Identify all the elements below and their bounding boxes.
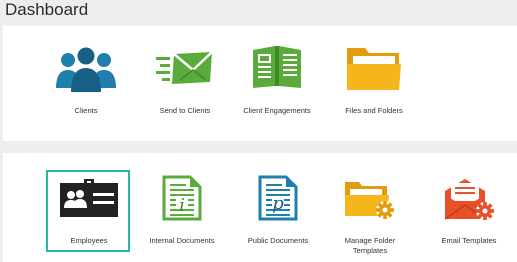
folder-icon [345,44,403,97]
tile-send-to-clients[interactable]: Send to Clients [142,26,228,141]
tile-label: Client Engagements [243,106,311,115]
tile-label: Email Templates [441,236,497,245]
tile-label: Employees [70,236,108,245]
id-badge-icon [60,179,118,222]
envelope-gear-icon [443,177,495,228]
tile-employees[interactable]: Employees [46,153,132,262]
tile-files-and-folders[interactable]: Files and Folders [331,26,417,141]
page-title: Dashboard [5,0,89,19]
top-tiles-panel: Clients Send to Clients Client Engagemen… [3,26,517,141]
tile-label: Public Documents [247,236,309,245]
open-book-icon [251,44,303,95]
tile-public-documents[interactable]: p Public Documents [235,153,321,262]
public-document-icon: p [258,175,298,226]
svg-text:i: i [179,195,185,216]
people-group-icon [54,46,118,97]
send-envelope-icon [156,50,214,91]
tile-clients[interactable]: Clients [43,26,129,141]
svg-text:p: p [272,193,284,214]
tile-label: Clients [74,106,98,115]
tile-email-templates[interactable]: Email Templates [426,153,512,262]
tile-label: Internal Documents [149,236,215,245]
tile-label: Manage Folder Templates [344,236,396,255]
folder-gear-icon [343,180,397,227]
internal-document-icon: i [162,175,202,226]
tile-manage-folder-templates[interactable]: Manage Folder Templates [327,153,413,262]
tile-label: Send to Clients [159,106,211,115]
bottom-tiles-panel: Employees i Internal Documents p Public … [3,153,517,262]
tile-label: Files and Folders [345,106,403,115]
tile-internal-documents[interactable]: i Internal Documents [139,153,225,262]
tile-client-engagements[interactable]: Client Engagements [234,26,320,141]
